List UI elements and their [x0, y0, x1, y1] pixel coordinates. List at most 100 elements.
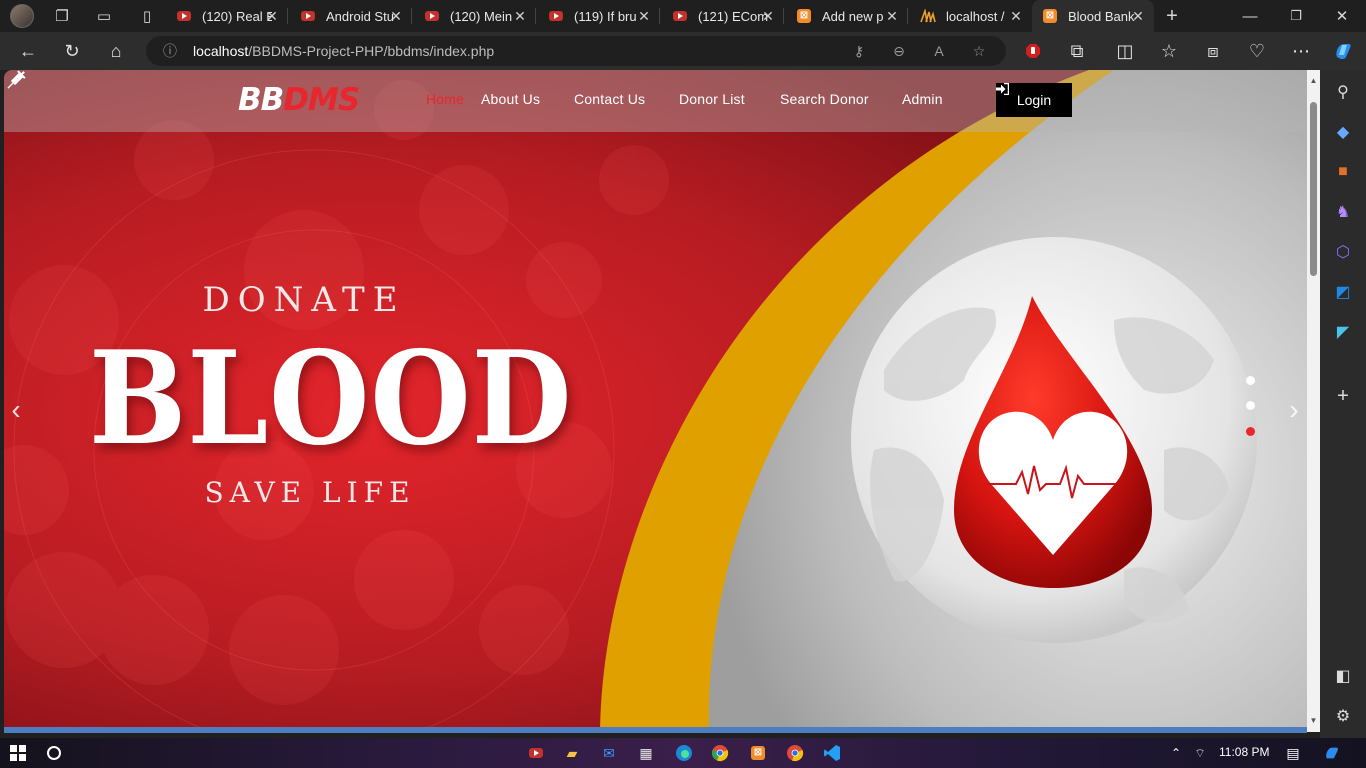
nav-home[interactable]: Home — [426, 91, 464, 107]
browser-tab[interactable]: (119) If bru ✕ — [538, 0, 660, 32]
close-icon[interactable]: ✕ — [760, 8, 776, 24]
close-icon[interactable]: ✕ — [512, 8, 528, 24]
close-icon[interactable]: ✕ — [636, 8, 652, 24]
site-info-icon[interactable]: ⓘ — [160, 41, 180, 61]
xampp-icon: ⊠ — [796, 8, 812, 24]
extensions-icon[interactable]: ⧉ — [1066, 40, 1088, 62]
mail-icon[interactable]: ✉ — [599, 743, 619, 763]
games-icon[interactable]: ♞ — [1333, 202, 1353, 222]
favorites-icon[interactable]: ☆ — [1158, 40, 1180, 62]
add-sidebar-app-icon[interactable]: + — [1333, 385, 1353, 407]
copilot-taskbar-icon[interactable] — [1324, 745, 1340, 761]
browser-tab[interactable]: localhost / ✕ — [910, 0, 1032, 32]
url-bar[interactable]: ⓘ localhost/BBDMS-Project-PHP/bbdms/inde… — [146, 36, 1006, 66]
close-icon[interactable]: ✕ — [884, 8, 900, 24]
close-icon[interactable]: ✕ — [1008, 8, 1024, 24]
drop-icon[interactable]: ◤ — [1333, 322, 1353, 342]
chrome-icon[interactable] — [710, 743, 730, 763]
edge-app-icon[interactable] — [674, 743, 694, 763]
tab-title: Android Stu — [326, 8, 394, 24]
taskbar-clock[interactable]: 11:08 PM — [1219, 745, 1269, 759]
browser-tab[interactable]: ⊠ Add new p ✕ — [786, 0, 908, 32]
browser-tab[interactable]: (121) ECom ✕ — [662, 0, 784, 32]
home-button[interactable]: ⌂ — [105, 40, 127, 62]
chrome-profile-icon[interactable] — [785, 743, 805, 763]
tools-briefcase-icon[interactable]: ■ — [1333, 162, 1353, 182]
login-label: Login — [1016, 92, 1052, 108]
adblock-icon[interactable] — [1022, 40, 1044, 62]
carousel-indicator[interactable] — [1246, 401, 1255, 410]
microsoft-365-icon[interactable]: ⬡ — [1333, 242, 1353, 262]
browser-tab[interactable]: Android Stu ✕ — [290, 0, 412, 32]
minimize-button[interactable]: — — [1240, 6, 1260, 26]
carousel-prev-button[interactable]: ‹ — [4, 392, 28, 428]
zoom-icon[interactable]: ⊖ — [889, 41, 909, 61]
nav-search-donor[interactable]: Search Donor — [780, 91, 869, 107]
address-bar-row: ← ↻ ⌂ ⓘ localhost/BBDMS-Project-PHP/bbdm… — [0, 32, 1366, 70]
nav-contact-us[interactable]: Contact Us — [574, 91, 645, 107]
tab-title: (120) Mein — [450, 8, 513, 24]
vscode-icon[interactable] — [822, 743, 842, 763]
windows-start-icon[interactable] — [8, 743, 28, 763]
browser-tab[interactable]: (120) Mein ✕ — [414, 0, 536, 32]
tab-actions-icon[interactable]: ▭ — [94, 6, 114, 26]
close-icon[interactable]: ✕ — [1130, 8, 1146, 24]
url-text[interactable]: localhost/BBDMS-Project-PHP/bbdms/index.… — [193, 43, 494, 59]
workspaces-icon[interactable]: ❐ — [52, 6, 72, 26]
browser-tab-active[interactable]: ⊠ Blood Bank ✕ — [1032, 0, 1154, 32]
performance-icon[interactable]: ♡ — [1246, 40, 1268, 62]
favorite-star-icon[interactable]: ☆ — [969, 41, 989, 61]
youtube-icon — [424, 8, 440, 24]
profile-avatar[interactable] — [10, 4, 34, 28]
blank-page-icon[interactable]: ▯ — [137, 6, 157, 26]
scroll-down-icon[interactable]: ▼ — [1309, 716, 1318, 725]
close-icon[interactable]: ✕ — [264, 8, 280, 24]
scroll-thumb[interactable] — [1310, 102, 1317, 276]
search-icon[interactable]: ⚲ — [1333, 82, 1353, 102]
sidebar-settings-icon[interactable]: ⚙ — [1333, 706, 1353, 726]
carousel-indicator[interactable] — [1246, 376, 1255, 385]
xampp-app-icon[interactable]: ⊠ — [748, 743, 768, 763]
restore-button[interactable]: ❐ — [1286, 6, 1306, 26]
password-key-icon[interactable]: ⚷ — [849, 41, 869, 61]
back-button[interactable]: ← — [17, 40, 39, 62]
login-button[interactable]: Login — [996, 83, 1072, 117]
refresh-button[interactable]: ↻ — [61, 40, 83, 62]
window-close-button[interactable]: ✕ — [1332, 6, 1352, 26]
youtube-app-icon[interactable] — [526, 743, 546, 763]
shopping-tag-icon[interactable]: ◆ — [1333, 122, 1353, 142]
chevron-left-icon: ‹ — [11, 394, 21, 425]
nav-about-us[interactable]: About Us — [481, 91, 540, 107]
carousel-next-button[interactable]: › — [1282, 392, 1306, 428]
site-logo[interactable]: BBDMS — [238, 82, 360, 118]
close-icon[interactable]: ✕ — [388, 8, 404, 24]
nav-donor-list[interactable]: Donor List — [679, 91, 745, 107]
more-menu-icon[interactable]: ⋯ — [1290, 40, 1312, 62]
wifi-icon[interactable]: ⌔ — [1192, 745, 1208, 761]
youtube-icon — [672, 8, 688, 24]
browser-tab[interactable]: (120) Real E ✕ — [166, 0, 288, 32]
copilot-icon[interactable] — [1332, 40, 1354, 62]
logo-text-white: BB — [238, 82, 284, 118]
notifications-icon[interactable]: ▤ — [1285, 745, 1301, 761]
file-explorer-icon[interactable]: ▰ — [562, 743, 582, 763]
tab-title: localhost / — [946, 8, 1005, 24]
hide-sidebar-icon[interactable]: ◧ — [1333, 666, 1353, 686]
page-scrollbar[interactable]: ▲ ▼ — [1307, 70, 1320, 732]
split-screen-icon[interactable]: ◫ — [1114, 40, 1136, 62]
carousel-indicator-active[interactable] — [1246, 427, 1255, 436]
store-icon[interactable]: ▦ — [636, 743, 656, 763]
new-tab-button[interactable]: + — [1162, 5, 1182, 27]
outlook-icon[interactable]: ◩ — [1333, 282, 1353, 302]
chevron-up-icon[interactable]: ⌃ — [1168, 745, 1184, 761]
url-path: /BBDMS-Project-PHP/bbdms/index.php — [248, 43, 495, 59]
tab-title: (121) ECom — [698, 8, 768, 24]
nav-admin[interactable]: Admin — [902, 91, 943, 107]
tab-title: Blood Bank — [1068, 8, 1135, 24]
read-aloud-icon[interactable]: A — [929, 41, 949, 61]
tab-title: (120) Real E — [202, 8, 272, 24]
scroll-up-icon[interactable]: ▲ — [1309, 76, 1318, 85]
search-circle-icon[interactable] — [44, 743, 64, 763]
logo-text-red: DMS — [283, 82, 360, 118]
collections-icon[interactable]: ⧈ — [1202, 40, 1224, 62]
